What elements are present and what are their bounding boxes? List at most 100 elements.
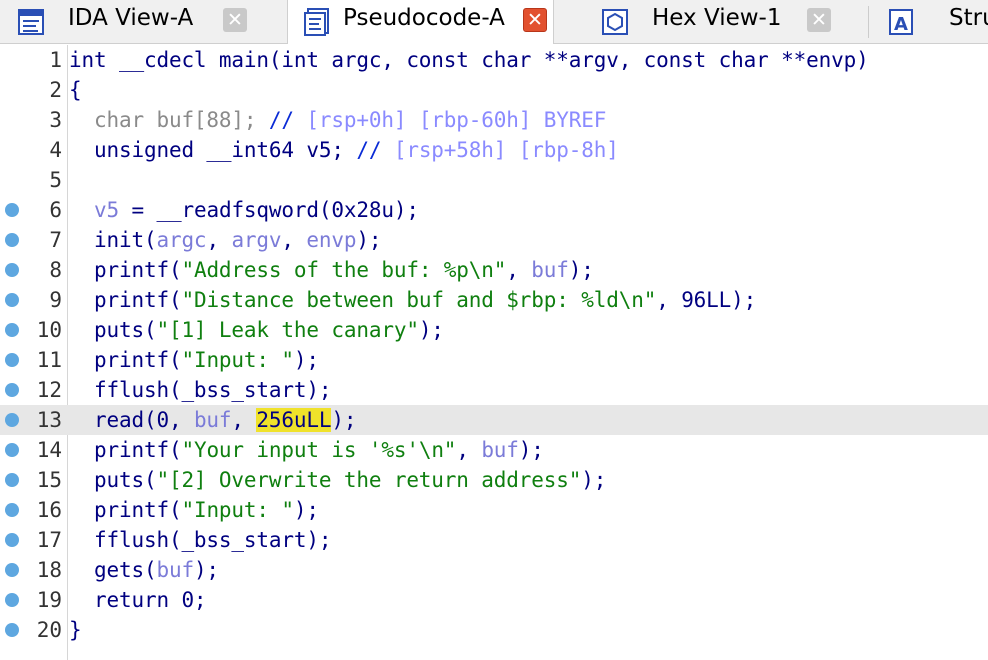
code-token[interactable]: fflush(_bss_start);	[69, 378, 332, 402]
breakpoint-marker-icon[interactable]	[5, 503, 19, 517]
breakpoint-marker-icon[interactable]	[5, 383, 19, 397]
breakpoint-marker-icon[interactable]	[5, 323, 19, 337]
tab-ida-view-a[interactable]: IDA View-A ✕	[0, 0, 268, 43]
pseudocode-editor[interactable]: 1 int __cdecl main(int argc, const char *…	[0, 45, 988, 660]
breakpoint-marker-icon[interactable]	[5, 593, 19, 607]
code-text[interactable]: {	[69, 78, 82, 102]
code-text[interactable]: read(0, buf, 256uLL);	[69, 408, 357, 432]
code-text[interactable]: char buf[88]; // [rsp+0h] [rbp-60h] BYRE…	[69, 108, 606, 132]
code-line[interactable]: 2{	[0, 75, 988, 105]
code-line[interactable]: 9 printf("Distance between buf and $rbp:…	[0, 285, 988, 315]
code-token[interactable]: return 0;	[69, 588, 207, 612]
code-text[interactable]: fflush(_bss_start);	[69, 378, 332, 402]
code-text[interactable]: printf("Address of the buf: %p\n", buf);	[69, 258, 594, 282]
code-token[interactable]: printf(	[69, 498, 182, 522]
code-token[interactable]: buf	[531, 258, 569, 282]
code-token[interactable]: char buf[88];	[69, 108, 269, 132]
close-icon[interactable]: ✕	[223, 8, 247, 32]
code-token[interactable]: puts(	[69, 468, 157, 492]
breakpoint-marker-icon[interactable]	[5, 443, 19, 457]
code-token[interactable]: printf(	[69, 258, 182, 282]
code-token[interactable]: ,	[456, 438, 481, 462]
code-token[interactable]: ,	[506, 258, 531, 282]
breakpoint-marker-icon[interactable]	[5, 353, 19, 367]
breakpoint-marker-icon[interactable]	[5, 233, 19, 247]
code-text[interactable]: return 0;	[69, 588, 207, 612]
code-text[interactable]: gets(buf);	[69, 558, 219, 582]
code-line[interactable]: 1 int __cdecl main(int argc, const char *…	[0, 45, 988, 75]
code-line[interactable]: 7 init(argc, argv, envp);	[0, 225, 988, 255]
breakpoint-marker-icon[interactable]	[5, 473, 19, 487]
code-token[interactable]: );	[331, 408, 356, 432]
code-token[interactable]: );	[194, 558, 219, 582]
code-line[interactable]: 20}	[0, 615, 988, 645]
code-token[interactable]: , 96LL);	[656, 288, 756, 312]
code-text[interactable]: printf("Distance between buf and $rbp: %…	[69, 288, 756, 312]
close-icon[interactable]: ✕	[523, 8, 547, 32]
code-token[interactable]: printf(	[69, 438, 182, 462]
code-token[interactable]: );	[419, 318, 444, 342]
code-token[interactable]: "Input: "	[181, 498, 294, 522]
breakpoint-marker-icon[interactable]	[5, 623, 19, 637]
code-token[interactable]: );	[519, 438, 544, 462]
breakpoint-marker-icon[interactable]	[5, 263, 19, 277]
code-line[interactable]: 6 v5 = __readfsqword(0x28u);	[0, 195, 988, 225]
code-text[interactable]: init(argc, argv, envp);	[69, 228, 382, 252]
tab-structures[interactable]: A Stru	[872, 0, 988, 43]
code-line[interactable]: 10 puts("[1] Leak the canary");	[0, 315, 988, 345]
code-text[interactable]: int __cdecl main(int argc, const char **…	[69, 48, 869, 72]
code-line[interactable]: 17 fflush(_bss_start);	[0, 525, 988, 555]
code-line[interactable]: 16 printf("Input: ");	[0, 495, 988, 525]
code-line[interactable]: 18 gets(buf);	[0, 555, 988, 585]
code-token[interactable]: gets(	[69, 558, 157, 582]
breakpoint-marker-icon[interactable]	[5, 533, 19, 547]
code-token[interactable]: "Address of the buf: %p\n"	[181, 258, 506, 282]
code-token[interactable]: buf	[481, 438, 519, 462]
code-line[interactable]: 4 unsigned __int64 v5; // [rsp+58h] [rbp…	[0, 135, 988, 165]
code-token[interactable]: );	[581, 468, 606, 492]
code-token[interactable]: argv	[231, 228, 281, 252]
code-token[interactable]: buf	[156, 558, 194, 582]
code-token[interactable]: [rsp+58h] [rbp-8h]	[394, 138, 619, 162]
code-line[interactable]: 14 printf("Your input is '%s'\n", buf);	[0, 435, 988, 465]
breakpoint-marker-icon[interactable]	[5, 293, 19, 307]
code-text[interactable]: unsigned __int64 v5; // [rsp+58h] [rbp-8…	[69, 138, 619, 162]
breakpoint-marker-icon[interactable]	[5, 203, 19, 217]
code-line[interactable]: 19 return 0;	[0, 585, 988, 615]
code-token[interactable]: [rsp+0h] [rbp-60h] BYREF	[306, 108, 606, 132]
code-token[interactable]: //	[269, 108, 306, 132]
code-line[interactable]: 15 puts("[2] Overwrite the return addres…	[0, 465, 988, 495]
code-token[interactable]: );	[569, 258, 594, 282]
close-icon[interactable]: ✕	[807, 8, 831, 32]
tab-pseudocode-a[interactable]: Pseudocode-A ✕	[287, 0, 554, 44]
code-token[interactable]: );	[294, 348, 319, 372]
code-line[interactable]: 11 printf("Input: ");	[0, 345, 988, 375]
breakpoint-marker-icon[interactable]	[5, 563, 19, 577]
code-token[interactable]: argc	[156, 228, 206, 252]
code-token[interactable]: envp	[306, 228, 356, 252]
code-token[interactable]: );	[356, 228, 381, 252]
code-token[interactable]: "[1] Leak the canary"	[156, 318, 419, 342]
code-token[interactable]: init(	[69, 228, 157, 252]
code-token[interactable]: ,	[281, 228, 306, 252]
code-text[interactable]: v5 = __readfsqword(0x28u);	[69, 198, 419, 222]
code-token[interactable]: "[2] Overwrite the return address"	[156, 468, 581, 492]
selected-token[interactable]: 256uLL	[256, 408, 332, 432]
code-text[interactable]: printf("Your input is '%s'\n", buf);	[69, 438, 544, 462]
code-token[interactable]: }	[69, 618, 82, 642]
code-token[interactable]: printf(	[69, 288, 182, 312]
code-token[interactable]: read(0,	[69, 408, 194, 432]
code-text[interactable]: fflush(_bss_start);	[69, 528, 332, 552]
code-token[interactable]: unsigned __int64 v5;	[69, 138, 356, 162]
code-token[interactable]: );	[294, 498, 319, 522]
code-token[interactable]: "Distance between buf and $rbp: %ld\n"	[181, 288, 656, 312]
code-line[interactable]: 12 fflush(_bss_start);	[0, 375, 988, 405]
code-token[interactable]: {	[69, 78, 82, 102]
code-text[interactable]: puts("[1] Leak the canary");	[69, 318, 444, 342]
code-token[interactable]: "Input: "	[181, 348, 294, 372]
code-text[interactable]: printf("Input: ");	[69, 348, 319, 372]
code-token[interactable]	[69, 198, 94, 222]
code-token[interactable]: v5	[94, 198, 119, 222]
code-line[interactable]: 3 char buf[88]; // [rsp+0h] [rbp-60h] BY…	[0, 105, 988, 135]
code-token[interactable]: printf(	[69, 348, 182, 372]
